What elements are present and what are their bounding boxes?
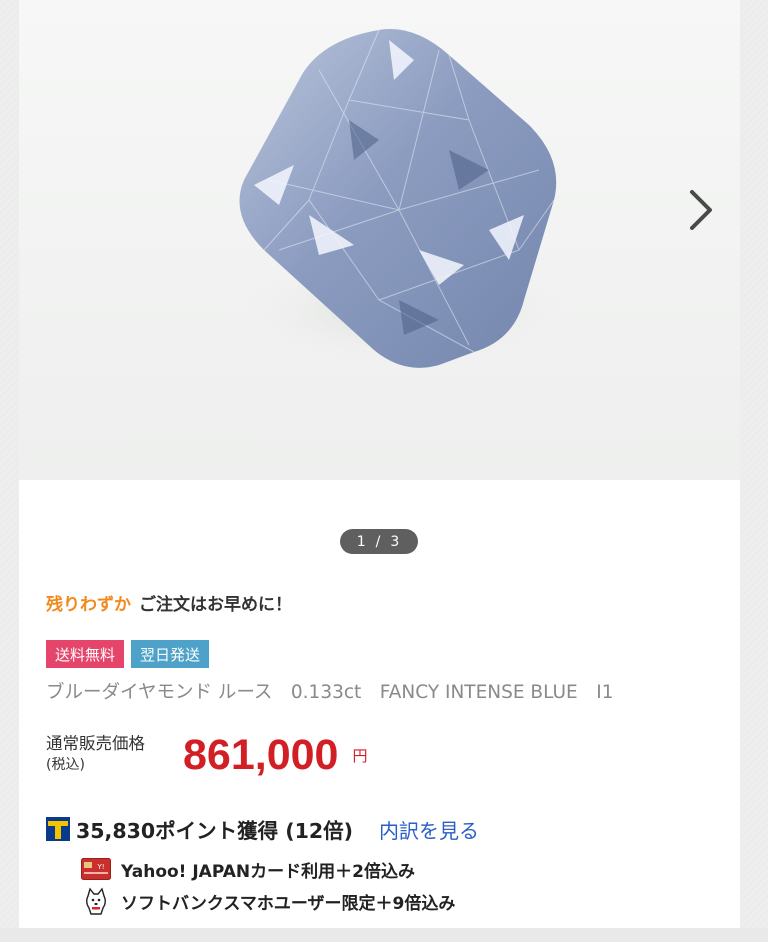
free-shipping-badge: 送料無料 (46, 640, 125, 668)
page-separator: / (375, 533, 383, 550)
points-amount: 35,830ポイント獲得 (12倍) (76, 819, 354, 843)
points-detail-softbank: ソフトバンクスマホユーザー限定＋9倍込み (79, 886, 455, 916)
price-currency: 円 (352, 748, 368, 765)
order-soon-message: ご注文はお早めに！ (139, 595, 292, 615)
shipping-badges: 送料無料 翌日発送 (46, 640, 210, 668)
total-pages: 3 (390, 533, 402, 550)
tpoint-icon (46, 817, 70, 841)
points-detail-text: ソフトバンクスマホユーザー限定＋9倍込み (121, 893, 456, 914)
points-earned: 35,830ポイント獲得 (12倍) 内訳を見る (46, 814, 479, 844)
price-label: 通常販売価格 (46, 734, 145, 753)
points-breakdown-link[interactable]: 内訳を見る (379, 815, 479, 844)
price-value: 861,000 円 (183, 731, 367, 781)
bottom-divider (0, 928, 768, 942)
product-card: 1 / 3 残りわずか ご注文はお早めに！ 送料無料 翌日発送 ブルーダイヤモンド… (19, 0, 740, 928)
diamond-product-image[interactable] (19, 0, 740, 480)
points-detail-card: Y! Yahoo! JAPANカード利用＋2倍込み (79, 854, 415, 884)
low-stock-warning: 残りわずか (46, 595, 131, 615)
image-gallery[interactable] (19, 0, 740, 480)
page-indicator: 1 / 3 (340, 529, 418, 554)
price-amount: 861,000 (183, 731, 339, 779)
next-day-shipping-badge: 翌日発送 (131, 640, 210, 668)
next-image-button[interactable] (681, 185, 721, 235)
points-detail-text: Yahoo! JAPANカード利用＋2倍込み (121, 861, 415, 882)
price-block: 通常販売価格 (税込) 861,000 円 (46, 731, 367, 779)
current-page: 1 (356, 533, 368, 550)
svg-text:Y!: Y! (96, 863, 104, 871)
chevron-right-icon (690, 190, 712, 230)
credit-card-icon: Y! (79, 854, 113, 884)
softbank-dog-icon (79, 886, 113, 916)
stock-status: 残りわずか ご注文はお早めに！ (46, 590, 292, 615)
tax-included-note: (税込) (46, 757, 85, 773)
product-title: ブルーダイヤモンド ルース 0.133ct FANCY INTENSE BLUE… (46, 682, 614, 703)
